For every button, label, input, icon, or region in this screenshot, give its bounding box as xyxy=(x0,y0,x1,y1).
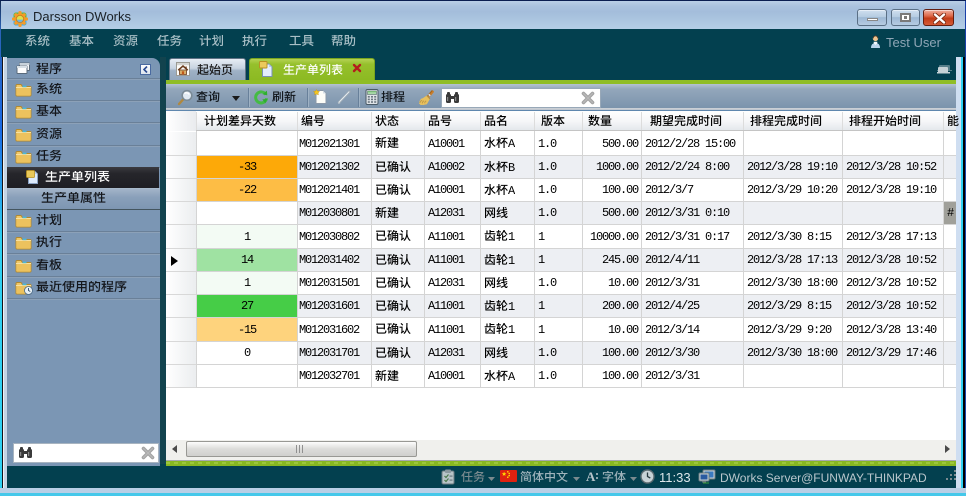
svg-text:A: A xyxy=(586,470,596,483)
